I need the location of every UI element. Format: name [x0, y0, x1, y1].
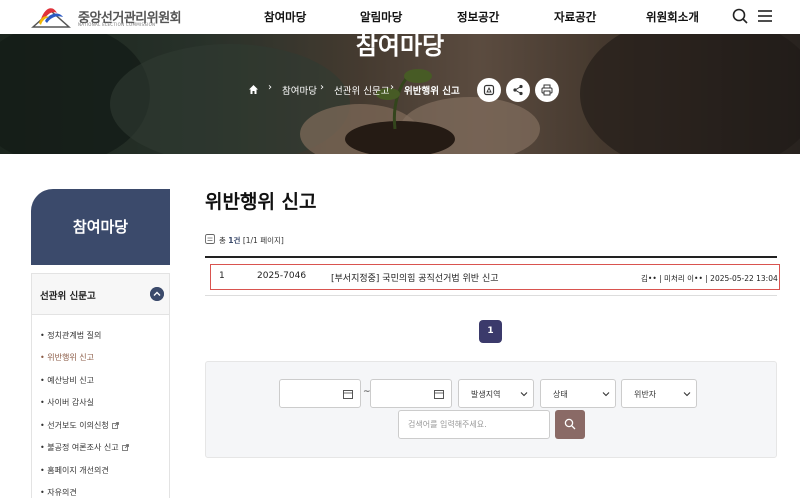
bookmark-icon — [483, 84, 495, 96]
chevron-right-icon: › — [268, 82, 272, 93]
start-date-field[interactable] — [279, 379, 361, 408]
nav-info[interactable]: 정보공간 — [457, 9, 499, 25]
sidebar-item-election-press[interactable]: • 선거보도 이의신청 — [40, 420, 119, 431]
print-button[interactable] — [535, 78, 559, 102]
end-date-field[interactable] — [370, 379, 452, 408]
status-select[interactable]: 상태 — [540, 379, 616, 408]
search-submit-button[interactable] — [555, 410, 585, 439]
sidebar-item-homepage-feedback[interactable]: • 홈페이지 개선의견 — [40, 465, 109, 476]
external-link-icon — [111, 422, 119, 429]
violator-select[interactable]: 위반자 — [621, 379, 697, 408]
search-icon — [564, 418, 576, 430]
breadcrumb-item[interactable]: 선관위 신문고 — [334, 83, 389, 97]
row-title[interactable]: [부서지정중] 국민의힘 공직선거법 위반 신고 — [331, 271, 499, 284]
count-value: 1건 — [228, 236, 241, 245]
search-icon[interactable] — [731, 7, 749, 25]
sidebar-item-budget-waste[interactable]: • 예산낭비 신고 — [40, 375, 94, 386]
nav-notice[interactable]: 알림마당 — [360, 9, 402, 25]
bookmark-button[interactable] — [477, 78, 501, 102]
logo-mark-icon — [31, 8, 71, 28]
chevron-right-icon: › — [390, 82, 394, 93]
row-meta: 김•• | 미처리 이•• | 2025-05-22 13:04 — [641, 274, 778, 283]
sidebar-section-label: 선관위 신문고 — [40, 291, 96, 302]
sidebar-item-cyber-audit[interactable]: • 사이버 감사실 — [40, 397, 94, 408]
sidebar-item-unfair-poll[interactable]: • 불공정 여론조사 신고 — [40, 442, 129, 453]
sidebar-title: 참여마당 — [72, 218, 129, 236]
nav-participation[interactable]: 참여마당 — [264, 9, 306, 25]
share-button[interactable] — [506, 78, 530, 102]
chevron-down-icon — [520, 392, 528, 397]
table-bottom-border — [205, 295, 777, 296]
count-prefix: 총 — [219, 236, 226, 245]
share-icon — [513, 84, 523, 96]
list-icon — [205, 234, 215, 244]
breadcrumb-item[interactable]: 참여마당 — [282, 83, 317, 97]
home-icon[interactable] — [248, 84, 259, 95]
site-header: 중앙선거관리위원회 NATIONAL ELECTION COMMISSION 참… — [0, 0, 800, 34]
breadcrumb-current: 위반행위 신고 — [404, 86, 460, 97]
status-select-label: 상태 — [553, 390, 568, 399]
chevron-up-icon — [150, 287, 164, 301]
sidebar-menu: • 정치관계법 질의 • 위반행위 신고 • 예산낭비 신고 • 사이버 감사실… — [31, 314, 170, 498]
banner-title: 참여마당 — [355, 34, 445, 60]
sidebar-header: 참여마당 — [31, 189, 170, 265]
external-link-icon — [121, 444, 129, 451]
print-icon — [541, 84, 553, 96]
row-number: 1 — [219, 271, 225, 281]
sidebar-section-toggle[interactable]: 선관위 신문고 — [31, 273, 170, 314]
menu-icon[interactable] — [756, 7, 774, 25]
nav-resources[interactable]: 자료공간 — [554, 9, 596, 25]
calendar-icon — [343, 390, 353, 399]
count-pages: [1/1 페이지] — [242, 236, 284, 245]
region-select-label: 발생지역 — [471, 390, 501, 399]
violator-select-label: 위반자 — [634, 390, 657, 399]
logo-subtext: NATIONAL ELECTION COMMISSION — [78, 22, 156, 27]
chevron-down-icon — [602, 392, 610, 397]
keyword-input[interactable] — [398, 410, 550, 439]
table-row[interactable]: 1 2025-7046 [부서지정중] 국민의힘 공직선거법 위반 신고 김••… — [210, 264, 780, 290]
sidebar-item-violation-report[interactable]: • 위반행위 신고 — [40, 352, 94, 363]
page-banner: 참여마당 › 참여마당 › 선관위 신문고 › 위반행위 신고 — [0, 34, 800, 154]
page-title: 위반행위 신고 — [205, 191, 317, 213]
page-button-current[interactable]: 1 — [479, 320, 502, 343]
sidebar-item-law-inquiry[interactable]: • 정치관계법 질의 — [40, 330, 101, 341]
row-id: 2025-7046 — [257, 271, 307, 281]
table-top-border — [205, 256, 777, 258]
calendar-icon — [434, 390, 444, 399]
chevron-right-icon: › — [320, 82, 324, 93]
nav-about[interactable]: 위원회소개 — [646, 9, 699, 25]
site-logo[interactable]: 중앙선거관리위원회 NATIONAL ELECTION COMMISSION — [31, 3, 182, 31]
sidebar-item-free-opinion[interactable]: • 자유의견 — [40, 487, 77, 498]
chevron-down-icon — [683, 392, 691, 397]
region-select[interactable]: 발생지역 — [458, 379, 534, 408]
